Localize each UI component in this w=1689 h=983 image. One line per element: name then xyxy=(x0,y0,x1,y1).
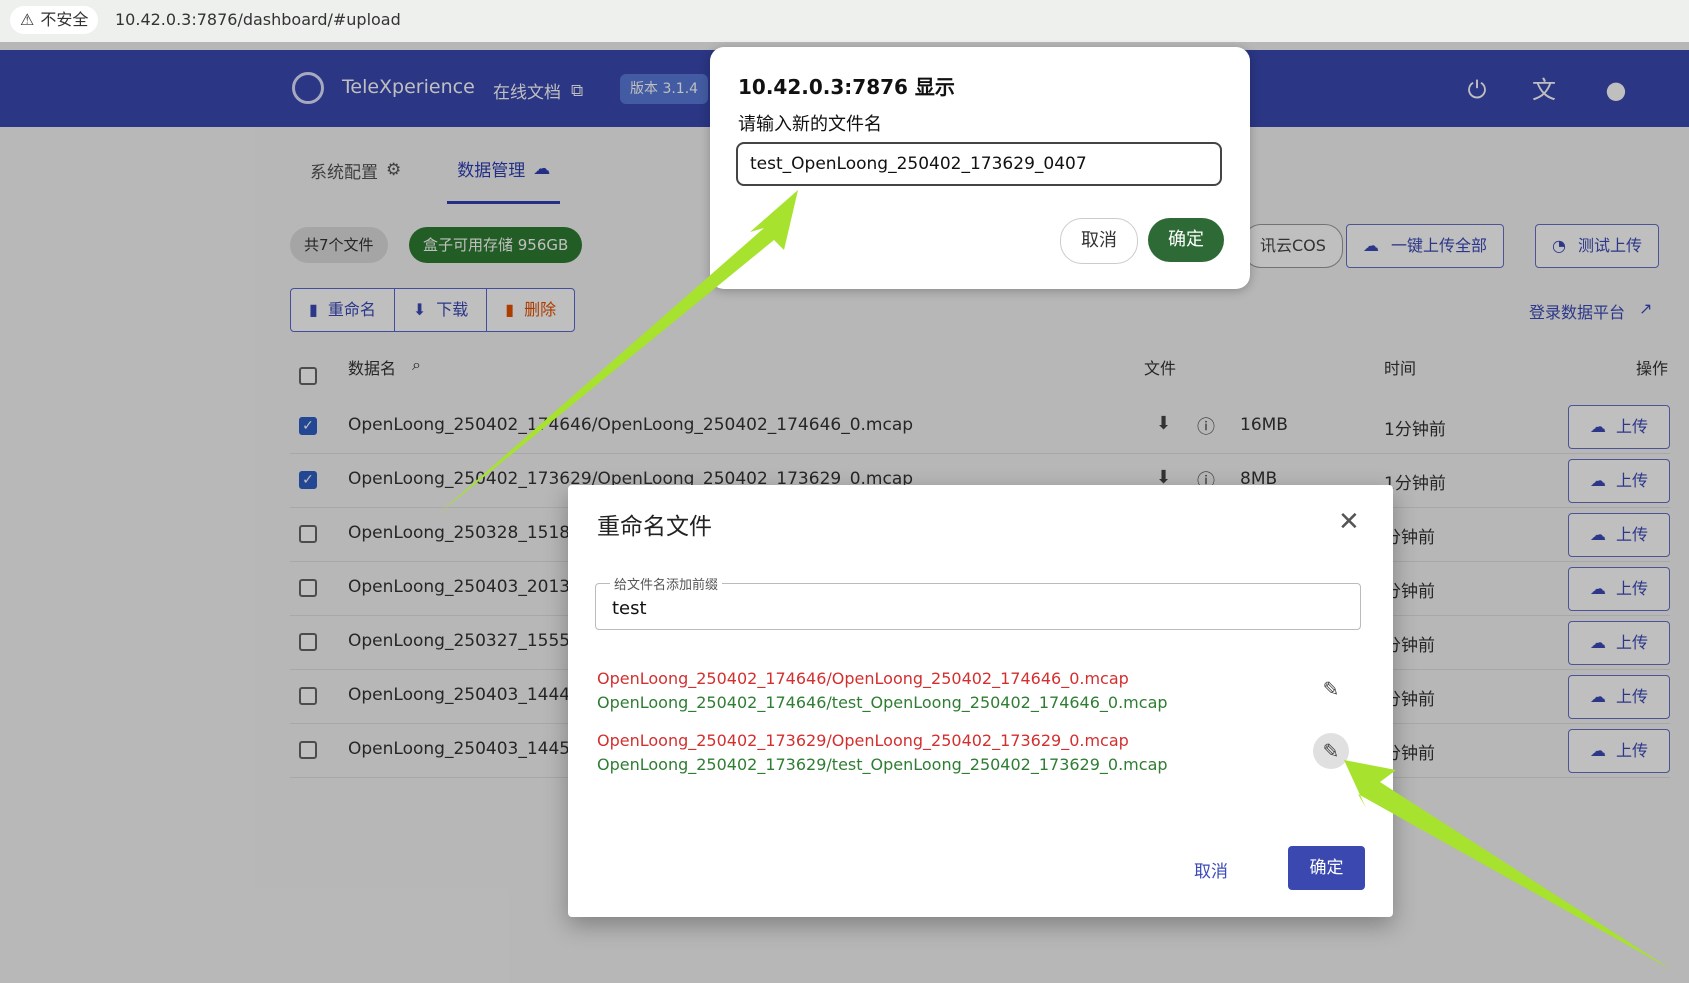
arrow-to-pencil-button xyxy=(1344,760,1672,970)
arrow-to-prompt-input xyxy=(436,190,798,516)
annotation-arrows xyxy=(436,190,1672,970)
